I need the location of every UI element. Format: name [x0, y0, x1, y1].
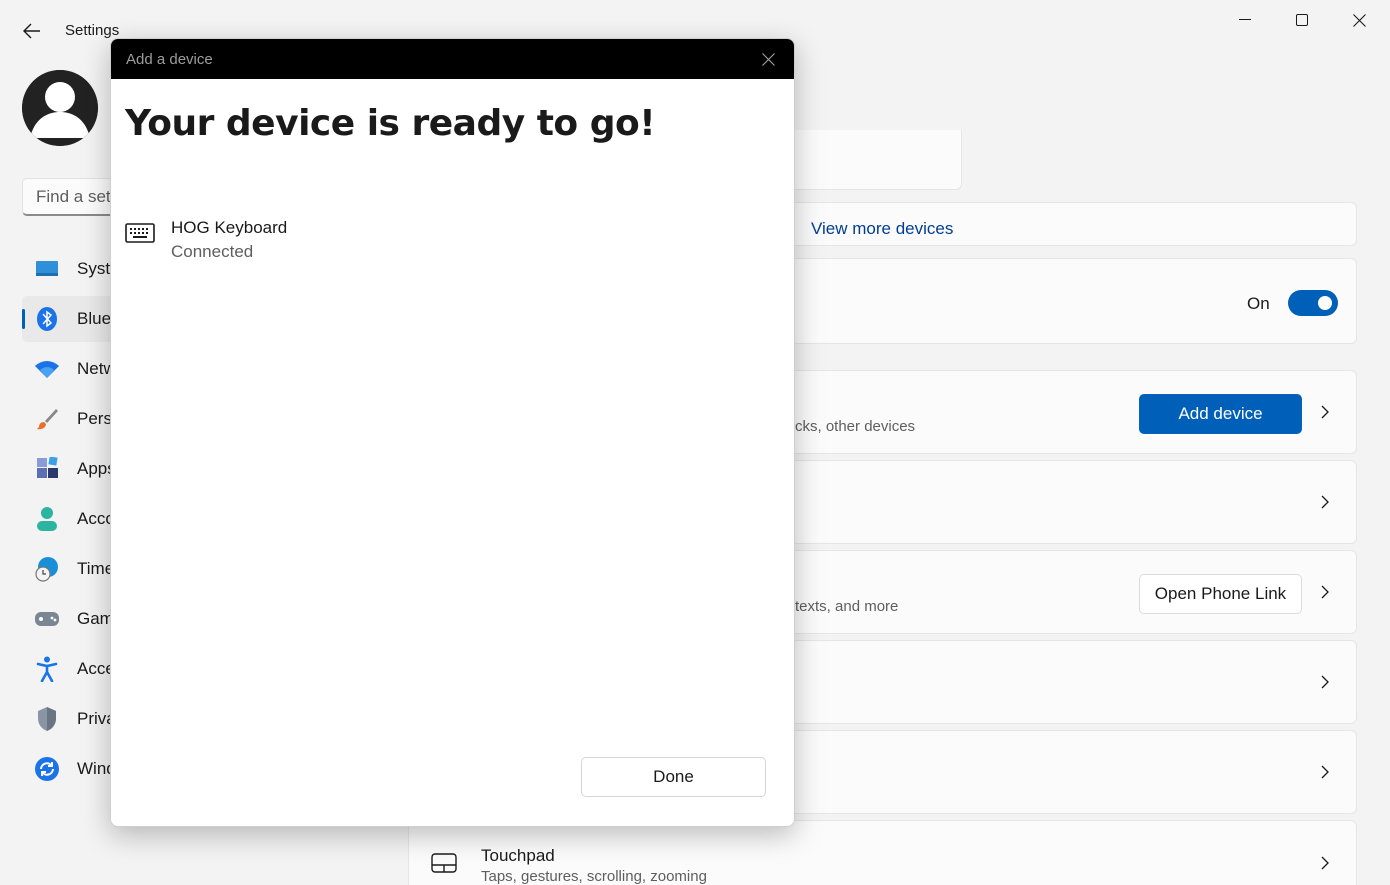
view-more-devices-link[interactable]: View more devices: [811, 219, 953, 239]
close-icon: [1352, 13, 1366, 27]
chevron-right-icon: [1321, 585, 1329, 599]
toggle-state-label: On: [1247, 294, 1270, 313]
device-row: HOG Keyboard Connected: [125, 215, 525, 265]
devices-description: cks, other devices: [795, 418, 916, 435]
system-icon: [34, 256, 60, 282]
add-device-button[interactable]: Add device: [1139, 394, 1302, 434]
brush-icon: [34, 406, 60, 432]
chevron-right-icon: [1321, 495, 1329, 509]
wifi-icon: [34, 356, 60, 382]
avatar[interactable]: [22, 70, 98, 146]
done-button[interactable]: Done: [581, 757, 766, 797]
accessibility-icon: [34, 656, 60, 682]
touchpad-title: Touchpad: [481, 846, 555, 865]
back-button[interactable]: [18, 18, 46, 44]
close-icon: [761, 52, 775, 66]
dialog-title-bar: Add a device: [111, 39, 794, 79]
dialog-heading: Your device is ready to go!: [125, 103, 656, 144]
gamepad-icon: [34, 606, 60, 632]
device-name: HOG Keyboard: [171, 218, 288, 237]
arrow-left-icon: [23, 23, 40, 39]
app-title: Settings: [65, 22, 120, 39]
close-window-button[interactable]: [1336, 6, 1382, 34]
dialog-title: Add a device: [126, 51, 213, 68]
maximize-icon: [1296, 14, 1308, 26]
shield-icon: [34, 706, 60, 732]
account-icon: [34, 506, 60, 532]
chevron-right-icon: [1321, 405, 1329, 419]
maximize-button[interactable]: [1279, 6, 1325, 34]
touchpad-icon: [431, 853, 457, 873]
chevron-right-icon: [1321, 765, 1329, 779]
apps-icon: [34, 456, 60, 482]
toggle-knob: [1318, 296, 1332, 310]
device-status: Connected: [171, 242, 254, 261]
chevron-right-icon: [1321, 675, 1329, 689]
update-icon: [34, 756, 60, 782]
touchpad-card[interactable]: Touchpad Taps, gestures, scrolling, zoom…: [408, 820, 1357, 885]
bluetooth-icon: [34, 306, 60, 332]
touchpad-description: Taps, gestures, scrolling, zooming: [481, 868, 707, 885]
dialog-close-button[interactable]: [752, 45, 784, 73]
open-phone-link-button[interactable]: Open Phone Link: [1139, 574, 1302, 614]
add-device-dialog: Add a device Your device is ready to go!…: [110, 38, 795, 827]
minimize-button[interactable]: [1222, 6, 1268, 34]
globe-clock-icon: [34, 556, 60, 582]
keyboard-icon: [125, 223, 155, 243]
chevron-right-icon: [1321, 856, 1329, 870]
phone-link-description: texts, and more: [795, 598, 899, 615]
minimize-icon: [1239, 19, 1251, 20]
user-icon: [22, 70, 98, 146]
bluetooth-toggle[interactable]: [1288, 290, 1338, 316]
